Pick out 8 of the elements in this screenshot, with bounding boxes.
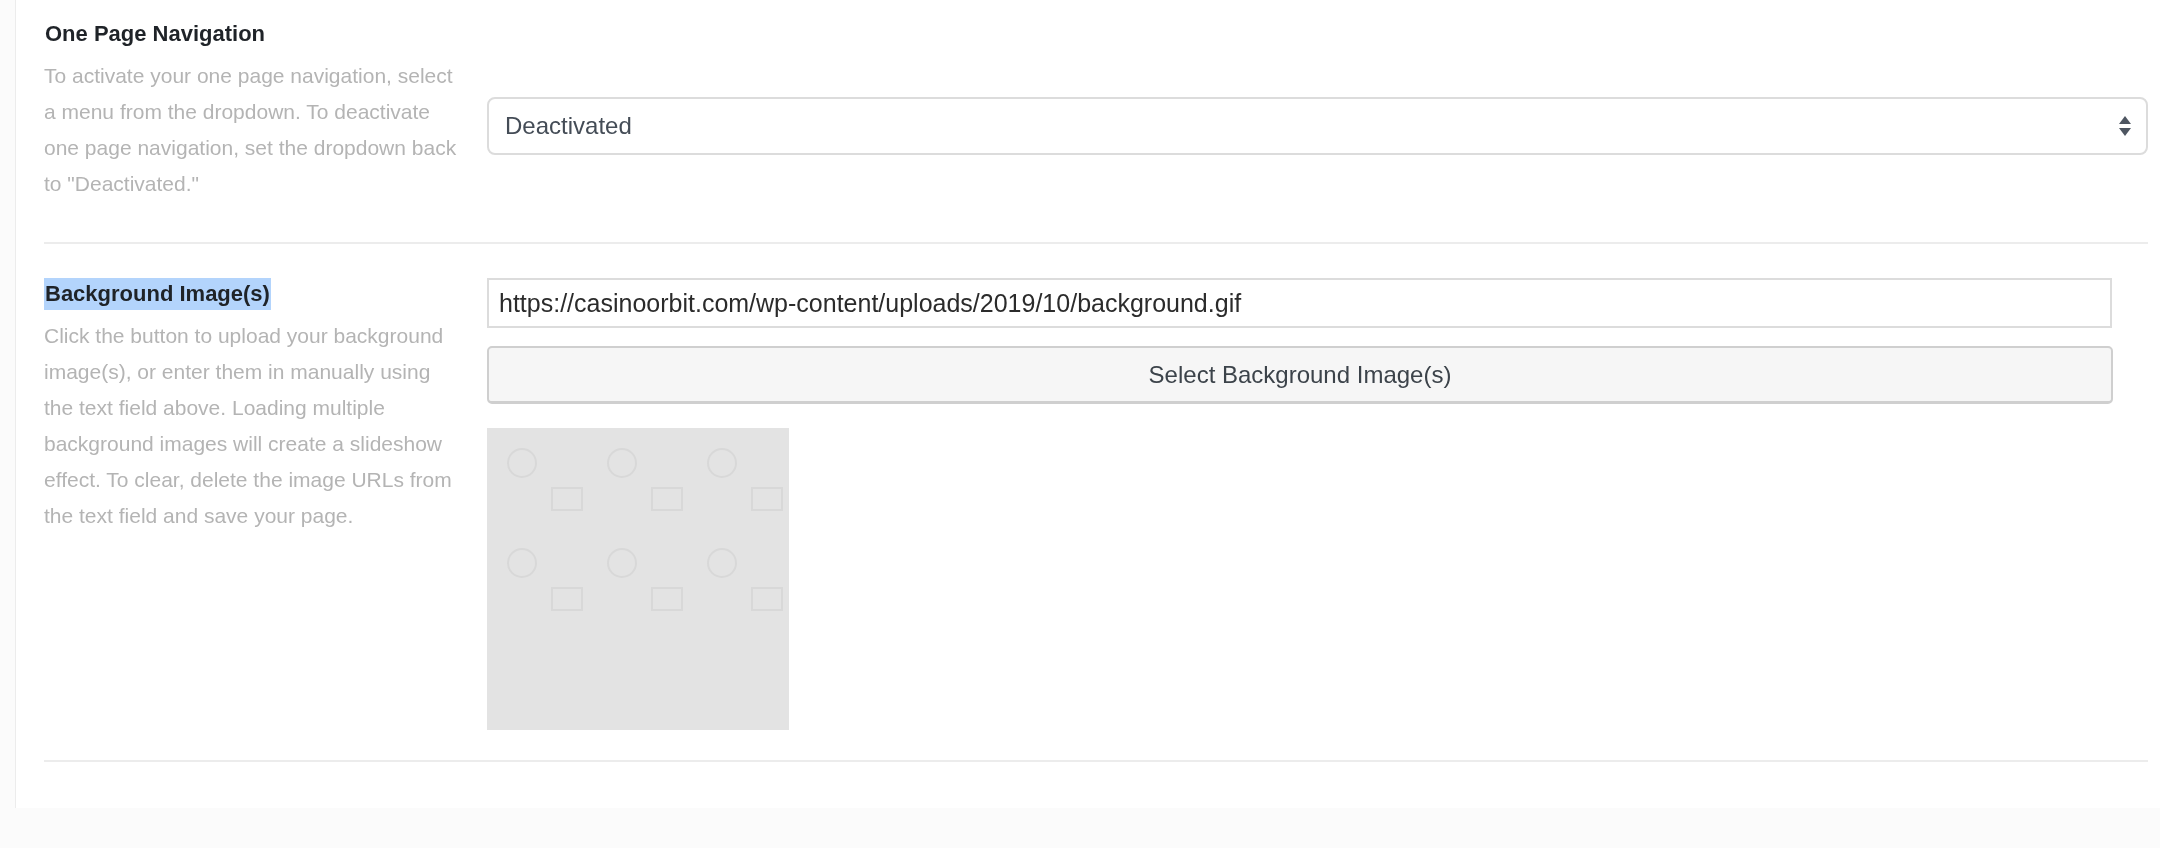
dropdown-select[interactable]: Deactivated [487,97,2148,155]
section-title: Background Image(s) [44,278,271,310]
section-description: Click the button to upload your background image(s), or enter them in manually using the text field above. Loading multiple background images will create a slideshow effect. To clear, delete the image URLs from the text field and save your page. [44,323,453,529]
section-title: One Page Navigation [44,20,267,48]
sort-arrows-icon [2118,114,2132,138]
section-description: To activate your one page navigation, select a menu from the dropdown. To deactivate one page navigation, set the dropdown back to "Deactivated." [44,63,458,197]
url-input-field[interactable]: https://casinoorbit.com/wp-content/uploads/2019/10/background.gif [487,278,2112,328]
select-image-button[interactable]: Select Background Image(s) [487,346,2113,404]
